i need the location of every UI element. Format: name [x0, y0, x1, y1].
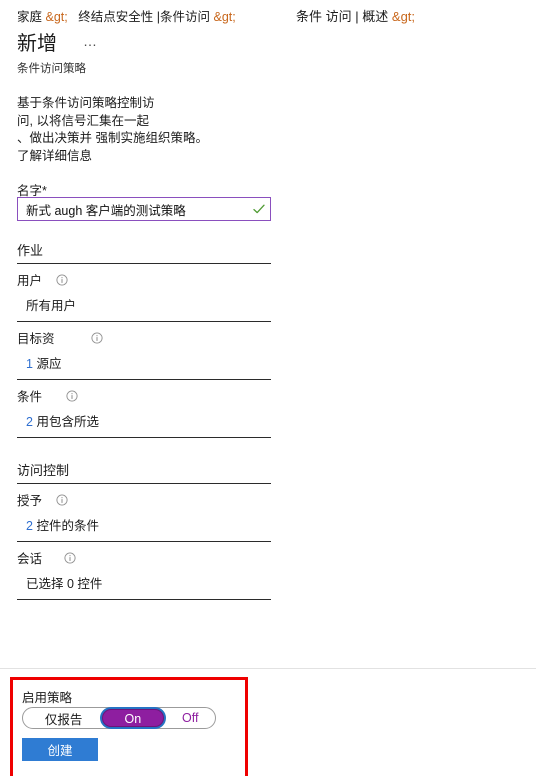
row-divider	[17, 599, 271, 600]
row-session[interactable]: 会话 已选择 0 控件	[17, 542, 271, 599]
row-conditions-label-text: 条件	[17, 390, 43, 404]
info-icon[interactable]	[56, 493, 68, 506]
row-users[interactable]: 用户 所有用户	[17, 264, 271, 321]
footer-divider	[0, 668, 536, 669]
info-icon[interactable]	[66, 389, 78, 402]
row-conditions-value-text: 用包含所选	[36, 415, 99, 429]
toggle-option-on[interactable]: On	[102, 709, 164, 727]
row-grant-value[interactable]: 2 控件的条件	[17, 509, 271, 541]
breadcrumb-right-separator: |	[355, 9, 359, 24]
row-conditions-value[interactable]: 2 用包含所选	[17, 405, 271, 437]
row-session-value[interactable]: 已选择 0 控件	[17, 567, 271, 599]
row-target-resources-count: 1	[26, 357, 33, 371]
enable-policy-label: 启用策略	[22, 691, 73, 705]
row-grant-label: 授予	[17, 484, 271, 509]
toggle-option-off[interactable]: Off	[166, 711, 215, 725]
breadcrumb-home[interactable]: 家庭	[17, 10, 42, 24]
row-grant[interactable]: 授予 2 控件的条件	[17, 484, 271, 541]
row-grant-count: 2	[26, 519, 33, 533]
breadcrumb-right-conditional-access[interactable]: 条件 访问	[296, 9, 352, 24]
breadcrumb-conditional-access[interactable]: 条件访问	[160, 10, 210, 24]
description-line-2: 问, 以将信号汇集在一起	[17, 113, 149, 128]
row-target-resources-value-text: 源应	[36, 357, 62, 371]
row-session-label-text: 会话	[17, 552, 43, 566]
info-icon[interactable]	[56, 273, 68, 286]
row-grant-label-text: 授予	[17, 494, 43, 508]
info-icon[interactable]	[90, 331, 103, 344]
row-users-value[interactable]: 所有用户	[17, 289, 271, 321]
checkmark-icon	[253, 204, 265, 214]
row-divider	[17, 437, 271, 438]
section-assignments: 作业 用户 所有用户 目标资 1 源应 条件 2 用包含所选	[17, 240, 271, 438]
section-access-controls: 访问控制 授予 2 控件的条件 会话 已选择 0 控件	[17, 460, 271, 600]
breadcrumb-gt-1: &gt;	[45, 10, 68, 24]
create-button[interactable]: 创建	[22, 738, 98, 761]
overflow-menu-icon[interactable]: …	[83, 34, 98, 52]
breadcrumb-right: 条件 访问 | 概述 &gt;	[296, 6, 415, 25]
row-target-resources-label: 目标资	[17, 322, 271, 347]
row-users-label: 用户	[17, 264, 271, 289]
enable-policy-toggle[interactable]: 仅报告 On Off	[22, 707, 216, 729]
breadcrumb-endpoint-security[interactable]: 终结点安全性	[78, 10, 153, 24]
name-input-value: 新式 augh 客户端的测试策略	[26, 203, 186, 218]
name-field-label-text: 名字	[17, 184, 43, 198]
page-subtitle: 条件访问策略	[17, 63, 86, 75]
row-grant-value-text: 控件的条件	[36, 519, 99, 533]
breadcrumb-gt-2: &gt;	[213, 10, 236, 24]
name-input[interactable]: 新式 augh 客户端的测试策略	[17, 197, 271, 221]
breadcrumb-left: 家庭 &gt; 终结点安全性 |条件访问 &gt;	[17, 6, 236, 25]
row-conditions[interactable]: 条件 2 用包含所选	[17, 380, 271, 437]
row-target-resources[interactable]: 目标资 1 源应	[17, 322, 271, 379]
description-line-1: 基于条件访问策略控制访	[17, 96, 155, 110]
breadcrumb-right-gt: &gt;	[391, 9, 416, 24]
breadcrumb-right-overview[interactable]: 概述	[362, 9, 388, 24]
description-line-3: 、做出决策并 强制实施组织策略。	[17, 131, 208, 145]
row-users-label-text: 用户	[17, 274, 43, 288]
description-block: 基于条件访问策略控制访 问, 以将信号汇集在一起 、做出决策并 强制实施组织策略…	[17, 95, 269, 165]
title-row: 新增 …	[17, 31, 98, 57]
info-icon[interactable]	[64, 551, 76, 564]
section-heading: 作业	[17, 243, 44, 258]
toggle-option-report-only[interactable]: 仅报告	[23, 709, 100, 728]
learn-more-link[interactable]: 了解详细信息	[17, 149, 92, 163]
row-conditions-count: 2	[26, 415, 33, 429]
row-target-resources-value[interactable]: 1 源应	[17, 347, 271, 379]
row-conditions-label: 条件	[17, 380, 271, 405]
row-target-resources-label-text: 目标资	[17, 332, 55, 346]
page-title: 新增	[17, 33, 57, 55]
required-asterisk: *	[42, 184, 47, 198]
breadcrumb-bar: 家庭 &gt; 终结点安全性 |条件访问 &gt; 条件 访问 | 概述 &gt…	[0, 6, 536, 26]
row-session-label: 会话	[17, 542, 271, 567]
section-heading: 访问控制	[17, 463, 70, 478]
